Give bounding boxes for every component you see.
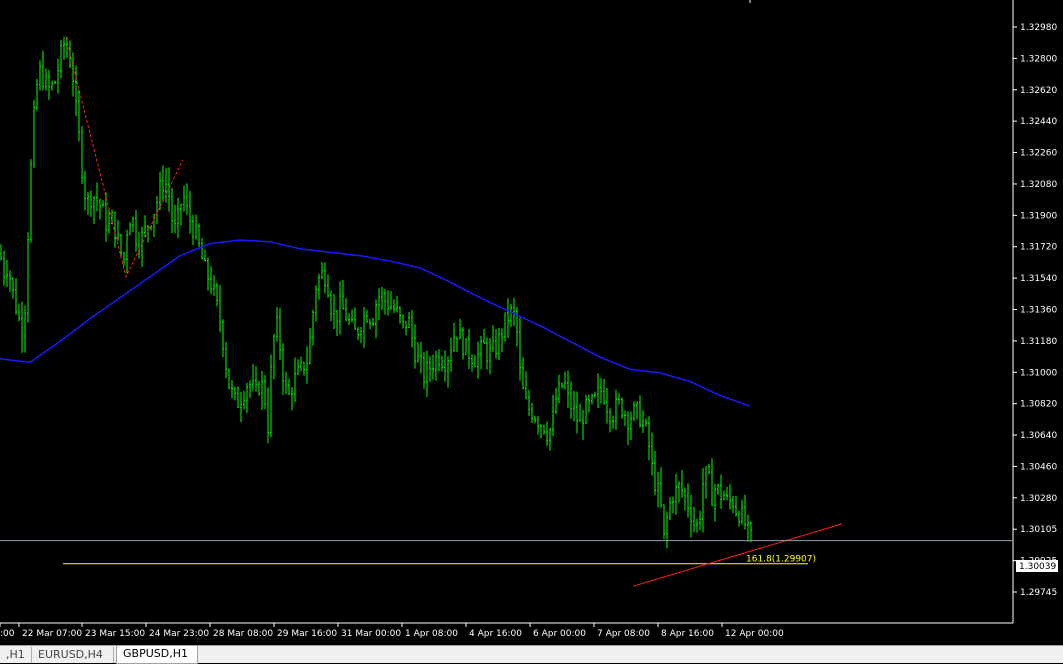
- time-tick-label: :00: [0, 629, 15, 639]
- candle-bars: [0, 36, 752, 549]
- price-tick-label: 1.30280: [1020, 494, 1057, 504]
- time-tick-label: 8 Apr 16:00: [661, 629, 714, 639]
- price-chart[interactable]: 161.8(1.29907) 1.329801.328001.326201.32…: [0, 0, 1063, 645]
- moving-average-line: [0, 239, 751, 407]
- price-tick-label: 1.32980: [1020, 23, 1057, 33]
- price-tick-label: 1.29745: [1020, 588, 1057, 598]
- price-tick-label: 1.31360: [1020, 306, 1057, 316]
- price-tick-label: 1.32260: [1020, 149, 1057, 159]
- price-tick-label: 1.31180: [1020, 337, 1057, 347]
- current-price-label: 1.30039: [1019, 562, 1056, 572]
- time-tick-label: 7 Apr 08:00: [597, 629, 650, 639]
- price-tick-label: 1.31540: [1020, 274, 1057, 284]
- fibonacci-level-label: 161.8(1.29907): [746, 555, 816, 565]
- time-axis-labels: :00 22 Mar 07:00 23 Mar 15:00 24 Mar 23:00 2…: [0, 623, 784, 639]
- chart-tab-bar: ,H1 EURUSD,H4 GBPUSD,H1: [0, 645, 1063, 664]
- price-tick-label: 1.30820: [1020, 400, 1057, 410]
- time-tick-label: 23 Mar 15:00: [85, 629, 145, 639]
- chart-area[interactable]: 161.8(1.29907) 1.32980 1.32800 1.32620 1.32…: [0, 0, 1063, 645]
- price-axis-labels: 1.32980 1.32800 1.32620 1.32440 1.32260 1.320…: [1013, 23, 1057, 598]
- price-tick-label: 1.30460: [1020, 462, 1057, 472]
- time-tick-label: 12 Apr 00:00: [725, 629, 784, 639]
- price-tick-label: 1.30640: [1020, 431, 1057, 441]
- time-tick-label: 1 Apr 08:00: [405, 629, 458, 639]
- time-tick-label: 28 Mar 08:00: [213, 629, 273, 639]
- zigzag-line: [65, 37, 184, 279]
- time-tick-label: 22 Mar 07:00: [22, 629, 82, 639]
- price-tick-label: 1.31000: [1020, 368, 1057, 378]
- price-tick-label: 1.30105: [1020, 525, 1057, 535]
- tab-eurusd-h4[interactable]: EURUSD,H4: [32, 647, 114, 663]
- time-tick-label: 29 Mar 16:00: [277, 629, 337, 639]
- time-tick-label: 6 Apr 00:00: [533, 629, 586, 639]
- price-tick-label: 1.32080: [1020, 180, 1057, 190]
- price-tick-label: 1.31900: [1020, 211, 1057, 221]
- price-tick-label: 1.32440: [1020, 117, 1057, 127]
- price-tick-label: 1.32800: [1020, 54, 1057, 64]
- price-tick-label: 1.32620: [1020, 86, 1057, 96]
- price-tick-label: 1.31720: [1020, 243, 1057, 253]
- tab-gbpusd-h1[interactable]: GBPUSD,H1: [116, 646, 198, 664]
- time-tick-label: 31 Mar 00:00: [341, 629, 401, 639]
- time-tick-label: 4 Apr 16:00: [469, 629, 522, 639]
- tab-previous-chart[interactable]: ,H1: [0, 647, 32, 663]
- time-tick-label: 24 Mar 23:00: [149, 629, 209, 639]
